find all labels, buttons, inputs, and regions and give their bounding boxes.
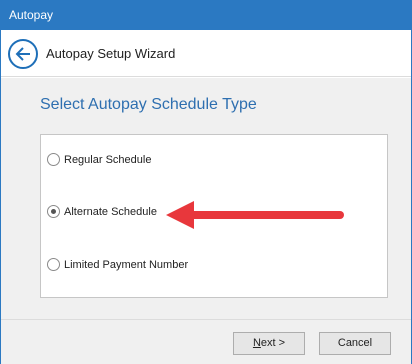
wizard-footer: Next > Cancel — [1, 319, 411, 364]
window-titlebar: Autopay — [1, 1, 411, 30]
option-label: Regular Schedule — [64, 154, 152, 166]
cancel-button[interactable]: Cancel — [319, 332, 391, 355]
option-label: Alternate Schedule — [64, 206, 157, 218]
radio-button-unchecked[interactable] — [47, 153, 60, 166]
radio-button-unchecked[interactable] — [47, 258, 60, 271]
back-button[interactable] — [8, 39, 38, 69]
red-pointer-arrow-icon — [166, 201, 344, 229]
back-arrow-icon — [15, 47, 30, 61]
page-heading: Select Autopay Schedule Type — [40, 96, 257, 113]
next-button[interactable]: Next > — [233, 332, 305, 355]
wizard-header: Autopay Setup Wizard — [1, 30, 411, 77]
next-label: ext > — [260, 337, 286, 349]
window-title: Autopay — [9, 8, 54, 22]
autopay-window: Autopay Autopay Setup Wizard Select Auto… — [0, 0, 412, 364]
wizard-content: Select Autopay Schedule Type Regular Sch… — [1, 78, 411, 319]
next-mnemonic: N — [252, 337, 261, 349]
wizard-title: Autopay Setup Wizard — [46, 46, 176, 61]
radio-button-checked[interactable] — [47, 205, 60, 218]
option-label: Limited Payment Number — [64, 259, 189, 271]
